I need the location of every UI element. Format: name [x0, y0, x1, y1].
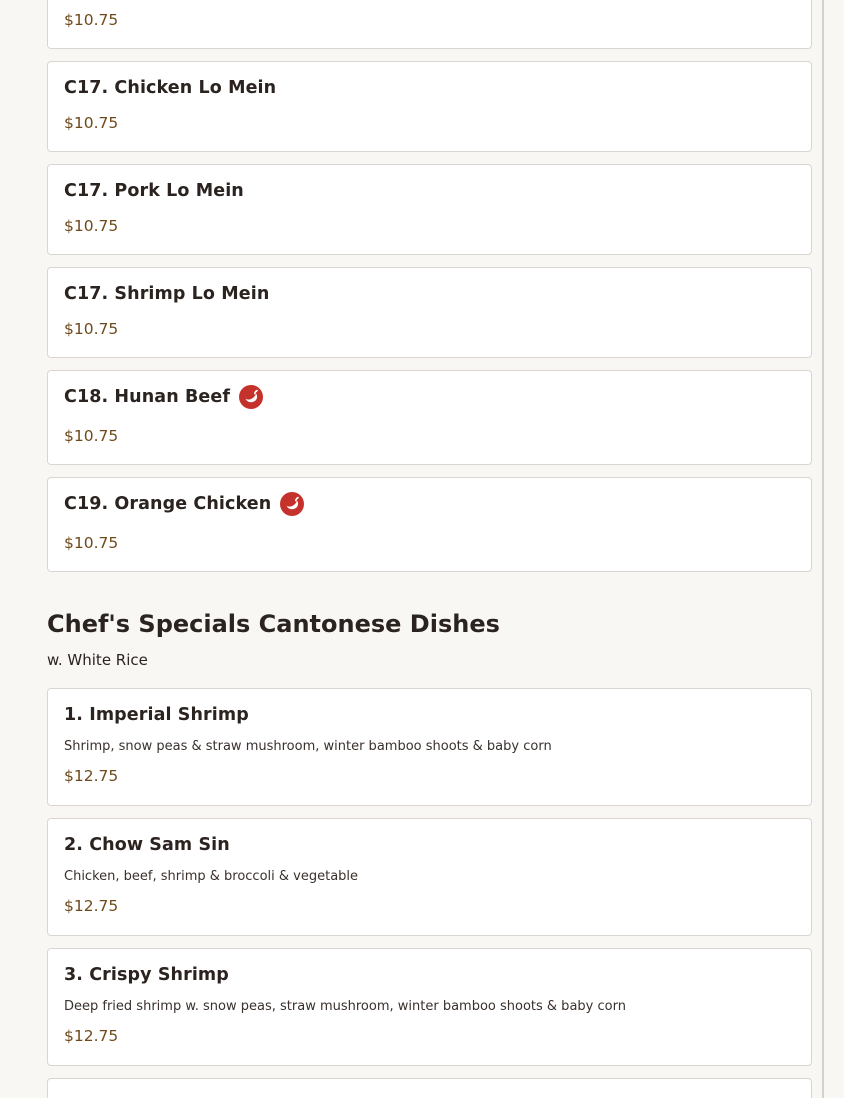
- item-name: 1. Imperial Shrimp: [64, 705, 249, 725]
- item-price: $10.75: [64, 114, 119, 132]
- chili-pepper-icon: [239, 385, 264, 409]
- item-name: C18. Hunan Beef: [64, 387, 231, 407]
- item-price: $10.75: [64, 11, 119, 29]
- item-description: Shrimp, snow peas & straw mushroom, wint…: [64, 739, 552, 754]
- item-price: $12.75: [64, 767, 119, 785]
- menu-item-imperial-shrimp[interactable]: 1. Imperial Shrimp Shrimp, snow peas & s…: [47, 688, 812, 806]
- menu-item-hunan-beef[interactable]: C18. Hunan Beef $10.75: [47, 370, 812, 465]
- item-name: 2. Chow Sam Sin: [64, 835, 230, 855]
- menu-page: $10.75 C17. Chicken Lo Mein $10.75 C17. …: [0, 0, 844, 1098]
- menu-item-card[interactable]: [47, 1078, 812, 1098]
- item-title-row: C18. Hunan Beef: [64, 385, 264, 409]
- item-title-row: C19. Orange Chicken: [64, 492, 305, 516]
- item-name: C17. Pork Lo Mein: [64, 181, 244, 201]
- item-price: $12.75: [64, 897, 119, 915]
- item-price: $10.75: [64, 534, 119, 552]
- scroll-divider: [822, 0, 824, 1098]
- menu-item-crispy-shrimp[interactable]: 3. Crispy Shrimp Deep fried shrimp w. sn…: [47, 948, 812, 1066]
- section-subtitle: w. White Rice: [47, 651, 148, 669]
- item-price: $10.75: [64, 427, 119, 445]
- menu-item-shrimp-lo-mein[interactable]: C17. Shrimp Lo Mein $10.75: [47, 267, 812, 358]
- menu-item-orange-chicken[interactable]: C19. Orange Chicken $10.75: [47, 477, 812, 572]
- section-title: Chef's Specials Cantonese Dishes: [47, 610, 500, 638]
- chili-pepper-icon: [280, 492, 305, 516]
- item-name: C17. Shrimp Lo Mein: [64, 284, 270, 304]
- item-price: $10.75: [64, 320, 119, 338]
- item-price: $12.75: [64, 1027, 119, 1045]
- menu-item-card[interactable]: $10.75: [47, 0, 812, 49]
- menu-item-chow-sam-sin[interactable]: 2. Chow Sam Sin Chicken, beef, shrimp & …: [47, 818, 812, 936]
- item-name: 3. Crispy Shrimp: [64, 965, 229, 985]
- item-description: Deep fried shrimp w. snow peas, straw mu…: [64, 999, 626, 1014]
- item-name: C17. Chicken Lo Mein: [64, 78, 277, 98]
- item-name: C19. Orange Chicken: [64, 494, 272, 514]
- menu-item-chicken-lo-mein[interactable]: C17. Chicken Lo Mein $10.75: [47, 61, 812, 152]
- menu-item-pork-lo-mein[interactable]: C17. Pork Lo Mein $10.75: [47, 164, 812, 255]
- item-description: Chicken, beef, shrimp & broccoli & veget…: [64, 869, 359, 884]
- item-price: $10.75: [64, 217, 119, 235]
